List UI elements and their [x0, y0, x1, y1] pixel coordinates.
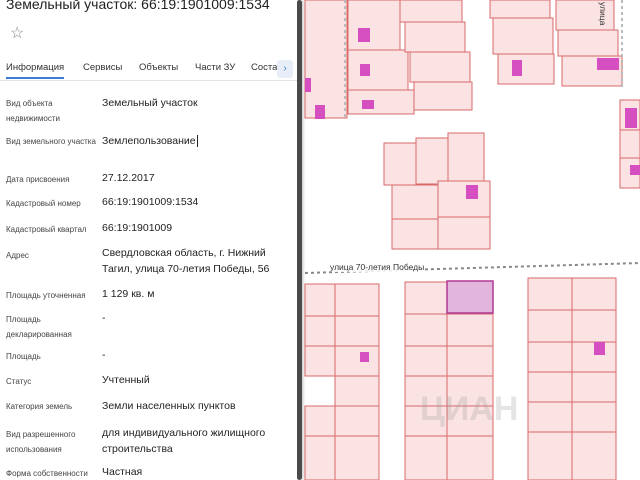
street-label-top: улица [598, 2, 608, 26]
parcel[interactable] [404, 281, 448, 315]
parcel[interactable] [304, 0, 348, 119]
parcel[interactable] [527, 277, 573, 311]
parcel[interactable] [571, 277, 617, 311]
tab-objects[interactable]: Объекты [139, 62, 178, 73]
field-label: Вид земельного участка [6, 137, 96, 146]
field-value: - [102, 349, 106, 361]
parcel[interactable] [404, 345, 448, 377]
parcel[interactable] [334, 283, 380, 317]
tab-services[interactable]: Сервисы [83, 62, 122, 73]
tab-composition[interactable]: Соста [251, 62, 277, 73]
field-label: Площадь декларированная [6, 315, 72, 339]
parcel[interactable] [446, 313, 494, 347]
field-value: Учтенный [102, 374, 150, 386]
parcel[interactable] [437, 180, 491, 218]
page-title: Земельный участок: 66:19:1901009:1534 [6, 0, 270, 12]
field-label: Вид объекта недвижимости [6, 99, 60, 123]
field-value-address: Свердловская область, г. Нижний Тагил, у… [102, 247, 270, 275]
parcel[interactable] [304, 435, 336, 480]
parcel[interactable] [571, 431, 617, 480]
parcel[interactable] [304, 345, 336, 377]
parcel[interactable] [527, 309, 573, 343]
field-value: 1 129 кв. м [102, 288, 155, 300]
parcel[interactable] [334, 405, 380, 437]
parcel[interactable] [334, 345, 380, 377]
parcel[interactable] [409, 51, 471, 83]
field-value: 66:19:1901009:1534 [102, 196, 199, 208]
tab-parts[interactable]: Части ЗУ [195, 62, 235, 73]
watermark: ЦИАН [420, 390, 519, 428]
field-label: Площадь [6, 352, 41, 361]
parcel[interactable] [391, 184, 439, 220]
parcel[interactable] [571, 371, 617, 403]
parcel[interactable] [492, 17, 554, 55]
parcel[interactable] [619, 129, 640, 159]
parcel[interactable] [304, 283, 336, 317]
field-value: Земельный участок [102, 97, 198, 109]
field-value: 66:19:1901009 [102, 222, 173, 234]
field-value-land-type[interactable]: Землепользование [102, 134, 282, 150]
field-label: Кадастровый квартал [6, 225, 87, 234]
tabs-next-chevron-icon[interactable]: › [277, 60, 293, 78]
field-label: Категория земель [6, 402, 73, 411]
parcel[interactable] [571, 401, 617, 433]
field-label: Дата присвоения [6, 175, 70, 184]
scrollbar-thumb[interactable] [297, 0, 302, 480]
parcel[interactable] [557, 29, 619, 57]
parcel[interactable] [347, 49, 409, 91]
parcel[interactable] [497, 53, 555, 85]
parcel[interactable] [413, 81, 473, 111]
text-cursor [196, 135, 198, 148]
parcel[interactable] [527, 401, 573, 433]
parcel[interactable] [404, 21, 466, 53]
parcel[interactable] [383, 142, 417, 186]
parcel[interactable] [447, 132, 485, 182]
favorite-star-icon[interactable]: ☆ [10, 26, 24, 42]
parcel[interactable] [304, 315, 336, 347]
parcel[interactable] [527, 431, 573, 480]
field-value: Частная [102, 466, 143, 478]
parcel[interactable] [415, 137, 449, 185]
selected-parcel[interactable] [446, 280, 494, 314]
parcel[interactable] [571, 309, 617, 343]
tab-info[interactable]: Информация [6, 62, 65, 79]
parcel[interactable] [334, 435, 380, 480]
parcel[interactable] [334, 315, 380, 347]
tab-bar: Информация Сервисы Объекты Части ЗУ Сост… [0, 60, 302, 81]
field-label: Форма собственности [6, 469, 88, 478]
parcel[interactable] [527, 341, 573, 373]
parcel[interactable] [404, 313, 448, 347]
parcel[interactable] [304, 405, 336, 437]
field-value: для индивидуального жилищного строительс… [102, 427, 266, 455]
parcel[interactable] [404, 435, 448, 480]
info-panel: Земельный участок: 66:19:1901009:1534 ☆ … [0, 0, 302, 480]
parcel[interactable] [446, 345, 494, 377]
field-label: Кадастровый номер [6, 199, 81, 208]
parcel[interactable] [347, 89, 415, 115]
field-label: Статус [6, 377, 32, 386]
parcel[interactable] [399, 0, 463, 23]
parcel[interactable] [391, 218, 439, 250]
field-value: 27.12.2017 [102, 172, 155, 184]
field-label: Площадь уточненная [6, 291, 86, 300]
parcel[interactable] [446, 435, 494, 480]
parcel[interactable] [347, 0, 401, 51]
field-value: - [102, 312, 106, 324]
parcel[interactable] [527, 371, 573, 403]
street-label: улица 70-летия Победы [330, 262, 425, 272]
parcel[interactable] [334, 375, 380, 407]
field-value: Земли населенных пунктов [102, 400, 236, 412]
parcel[interactable] [437, 216, 491, 250]
parcel[interactable] [489, 0, 551, 19]
field-label: Адрес [6, 251, 29, 260]
field-label: Вид разрешенного использования [6, 430, 76, 454]
